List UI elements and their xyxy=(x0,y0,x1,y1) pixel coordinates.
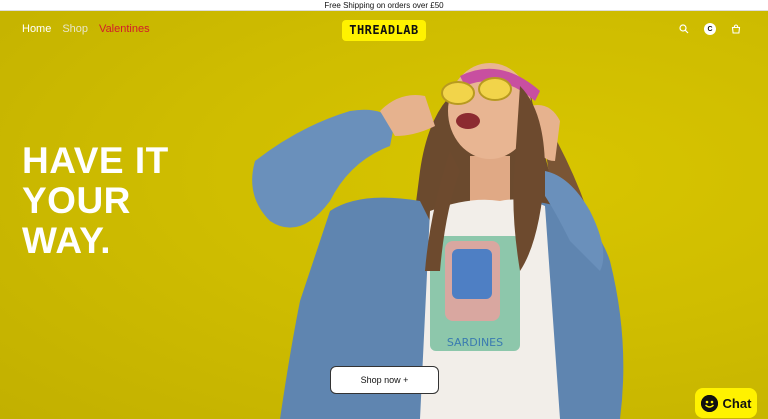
search-icon[interactable] xyxy=(678,23,690,35)
account-avatar[interactable]: C xyxy=(704,23,716,35)
brand-logo-text: THREADLAB xyxy=(349,23,419,37)
main-nav: Home Shop Valentines xyxy=(22,23,150,35)
smiley-icon xyxy=(700,394,718,412)
avatar-initial: C xyxy=(707,25,713,33)
svg-text:SARDINES: SARDINES xyxy=(447,336,503,349)
brand-logo[interactable]: THREADLAB xyxy=(342,20,426,41)
chat-label: Chat xyxy=(722,395,752,411)
shop-now-label: Shop now + xyxy=(360,375,409,385)
chat-widget-button[interactable]: Chat xyxy=(695,388,757,418)
header-actions: C xyxy=(678,23,742,35)
hero-headline: HAVE IT YOUR WAY. xyxy=(22,140,169,261)
hero-banner: SARDINES Home Shop Valentines THREADLAB … xyxy=(0,11,768,419)
nav-link-home[interactable]: Home xyxy=(22,23,51,35)
nav-link-shop[interactable]: Shop xyxy=(62,23,88,35)
nav-link-valentines[interactable]: Valentines xyxy=(99,23,150,35)
announcement-bar: Free Shipping on orders over £50 xyxy=(0,0,768,11)
cart-icon[interactable] xyxy=(730,23,742,35)
announcement-text: Free Shipping on orders over £50 xyxy=(324,1,444,10)
shop-now-button[interactable]: Shop now + xyxy=(330,366,439,394)
